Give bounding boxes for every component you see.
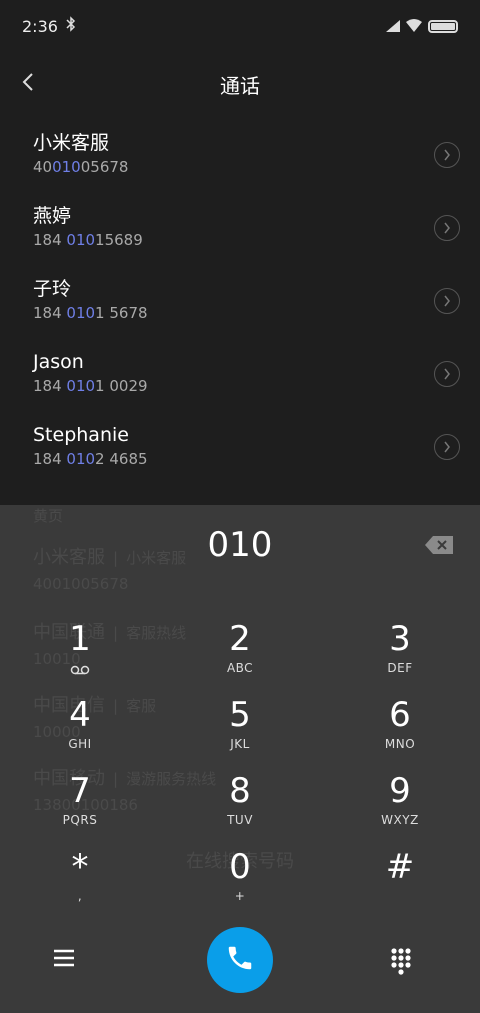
title-bar: 通话 xyxy=(0,56,480,112)
contact-number: 184 0101 5678 xyxy=(33,304,148,322)
keypad-toggle-button[interactable] xyxy=(390,947,424,981)
contact-name: 小米客服 xyxy=(33,132,110,154)
voicemail-icon xyxy=(20,660,140,679)
chevron-right-icon xyxy=(443,438,451,457)
key-0[interactable]: 0 + xyxy=(180,847,300,921)
chevron-right-icon xyxy=(443,365,451,384)
menu-icon xyxy=(54,949,74,971)
contact-number: 4001005678 xyxy=(33,158,129,176)
menu-button[interactable] xyxy=(54,949,94,977)
chevron-right-icon xyxy=(443,146,451,165)
key-2[interactable]: 2 ABC xyxy=(180,619,300,693)
contact-item[interactable]: 子玲 184 0101 5678 xyxy=(0,264,480,337)
page-title: 通话 xyxy=(220,73,260,98)
dialpad-actions xyxy=(0,925,480,997)
contact-name: Jason xyxy=(33,351,84,373)
key-4[interactable]: 4 GHI xyxy=(20,695,140,769)
contact-number: 184 0101 0029 xyxy=(33,377,148,395)
contact-detail-button[interactable] xyxy=(434,361,460,387)
key-hash[interactable]: # xyxy=(340,847,460,921)
battery-icon xyxy=(428,19,458,33)
status-bar: 2:36 xyxy=(0,0,480,52)
contact-item[interactable]: 燕婷 184 01015689 xyxy=(0,191,480,264)
contact-name: Stephanie xyxy=(33,424,129,446)
dialpad-panel: 黄页 小米客服 | 小米客服 4001005678 中国联通 | 客服热线 10010 … xyxy=(0,505,480,1013)
key-star[interactable]: * , xyxy=(20,847,140,921)
contact-detail-button[interactable] xyxy=(434,288,460,314)
phone-icon xyxy=(225,943,255,977)
backspace-button[interactable] xyxy=(424,535,456,557)
key-5[interactable]: 5 JKL xyxy=(180,695,300,769)
contact-item[interactable]: 小米客服 4001005678 xyxy=(0,118,480,191)
contact-name: 燕婷 xyxy=(33,205,72,227)
contact-name: 子玲 xyxy=(33,278,72,300)
signal-icon xyxy=(386,17,400,36)
key-7[interactable]: 7 PQRS xyxy=(20,771,140,845)
keypad-icon xyxy=(390,948,412,979)
contact-detail-button[interactable] xyxy=(434,142,460,168)
back-button[interactable] xyxy=(8,64,48,104)
yellow-pages-label: 黄页 xyxy=(33,507,64,525)
key-9[interactable]: 9 WXYZ xyxy=(340,771,460,845)
contact-detail-button[interactable] xyxy=(434,434,460,460)
key-6[interactable]: 6 MNO xyxy=(340,695,460,769)
contact-item[interactable]: Jason 184 0101 0029 xyxy=(0,337,480,410)
contact-item[interactable]: Stephanie 184 0102 4685 xyxy=(0,410,480,483)
contact-detail-button[interactable] xyxy=(434,215,460,241)
chevron-right-icon xyxy=(443,292,451,311)
contact-number: 184 01015689 xyxy=(33,231,143,249)
key-3[interactable]: 3 DEF xyxy=(340,619,460,693)
chevron-right-icon xyxy=(443,219,451,238)
call-button[interactable] xyxy=(207,927,273,993)
back-icon xyxy=(21,72,35,96)
wifi-icon xyxy=(406,17,422,36)
backspace-icon xyxy=(424,536,454,559)
key-8[interactable]: 8 TUV xyxy=(180,771,300,845)
contact-list: 小米客服 4001005678 燕婷 184 01015689 子玲 184 0… xyxy=(0,118,480,483)
status-time: 2:36 xyxy=(22,16,58,36)
dialed-number: 010 xyxy=(207,525,273,565)
key-1[interactable]: 1 xyxy=(20,619,140,693)
contact-number: 184 0102 4685 xyxy=(33,450,148,468)
bluetooth-icon xyxy=(66,16,76,36)
